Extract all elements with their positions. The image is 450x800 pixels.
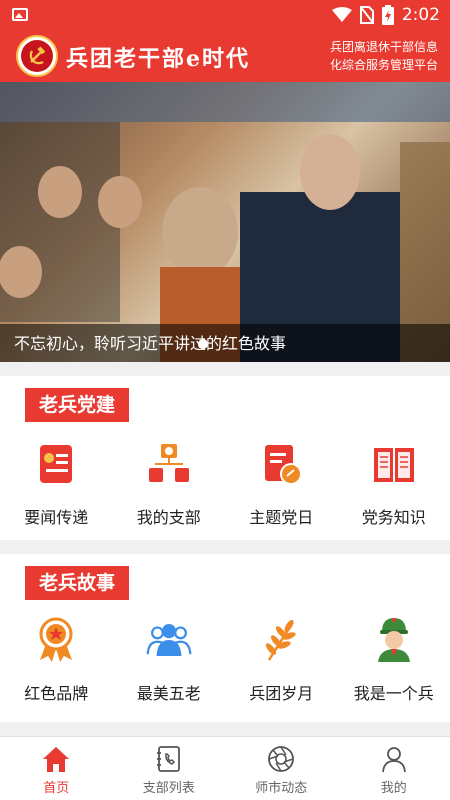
tab-label: 师市动态 <box>255 781 308 796</box>
menu-item-label: 兵团岁月 <box>249 684 314 703</box>
menu-item-news[interactable]: 要闻传递 <box>0 440 113 528</box>
tab-label: 首页 <box>43 781 70 796</box>
clock: 2:02 <box>401 5 440 25</box>
people-icon <box>145 616 193 664</box>
section-veteran-stories: 老兵故事 红色品牌 最美五老 兵团岁月 我是一个兵 <box>0 554 450 722</box>
phone-book-icon <box>156 746 180 772</box>
tab-home[interactable]: 首页 <box>0 737 113 800</box>
medal-icon <box>32 616 80 664</box>
soldier-icon <box>370 616 418 664</box>
menu-item-label: 我是一个兵 <box>353 684 434 703</box>
tab-label: 支部列表 <box>142 781 195 796</box>
news-doc-icon <box>32 440 80 488</box>
no-sim-icon <box>359 6 374 24</box>
gallery-notification-icon <box>12 8 28 21</box>
section-title: 老兵党建 <box>25 388 130 422</box>
menu-item-five-elders[interactable]: 最美五老 <box>113 616 226 704</box>
person-icon <box>381 747 406 773</box>
news-banner-carousel[interactable]: 不忘初心，聆听习近平讲过的红色故事 <box>0 82 450 362</box>
menu-item-label: 我的支部 <box>136 508 201 527</box>
menu-item-i-am-soldier[interactable]: 我是一个兵 <box>338 616 450 704</box>
tab-mine[interactable]: 我的 <box>338 737 450 800</box>
tab-branch-list[interactable]: 支部列表 <box>113 737 226 800</box>
hammer-sickle-icon <box>29 46 46 65</box>
menu-item-label: 要闻传递 <box>24 508 89 527</box>
status-bar: 2:02 <box>0 0 450 30</box>
book-icon <box>370 440 418 488</box>
menu-item-label: 党务知识 <box>361 508 426 527</box>
aperture-icon <box>268 746 295 772</box>
party-day-icon <box>257 440 305 488</box>
app-subtitle: 兵团离退休干部信息 化综合服务管理平台 <box>329 40 438 72</box>
menu-item-corps-years[interactable]: 兵团岁月 <box>225 616 338 704</box>
carousel-indicator <box>198 339 208 349</box>
menu-item-party-knowledge[interactable]: 党务知识 <box>338 440 450 528</box>
banner-photo <box>0 82 450 362</box>
menu-item-red-brand[interactable]: 红色品牌 <box>0 616 113 704</box>
home-icon <box>43 747 70 772</box>
tab-division-news[interactable]: 师市动态 <box>225 737 338 800</box>
menu-item-label: 主题党日 <box>249 508 314 527</box>
menu-item-label: 红色品牌 <box>24 684 89 703</box>
menu-item-party-day[interactable]: 主题党日 <box>225 440 338 528</box>
wifi-icon <box>331 7 352 22</box>
section-title: 老兵故事 <box>25 566 130 600</box>
app-title: 兵团老干部e时代 <box>66 46 250 72</box>
battery-icon <box>381 5 394 25</box>
app-header: 兵团老干部e时代 兵团离退休干部信息 化综合服务管理平台 <box>0 30 450 82</box>
tab-label: 我的 <box>380 781 407 796</box>
section-party-building: 老兵党建 要闻传递 我的支部 主题党日 党务知识 <box>0 376 450 540</box>
menu-item-label: 最美五老 <box>136 684 201 703</box>
bottom-tab-bar: 首页 支部列表 师市动态 我的 <box>0 736 450 800</box>
branch-org-icon <box>145 440 193 488</box>
party-emblem-logo <box>16 35 58 77</box>
menu-item-my-branch[interactable]: 我的支部 <box>113 440 226 528</box>
banner-caption: 不忘初心，聆听习近平讲过的红色故事 <box>14 334 287 353</box>
wheat-icon <box>257 616 305 664</box>
